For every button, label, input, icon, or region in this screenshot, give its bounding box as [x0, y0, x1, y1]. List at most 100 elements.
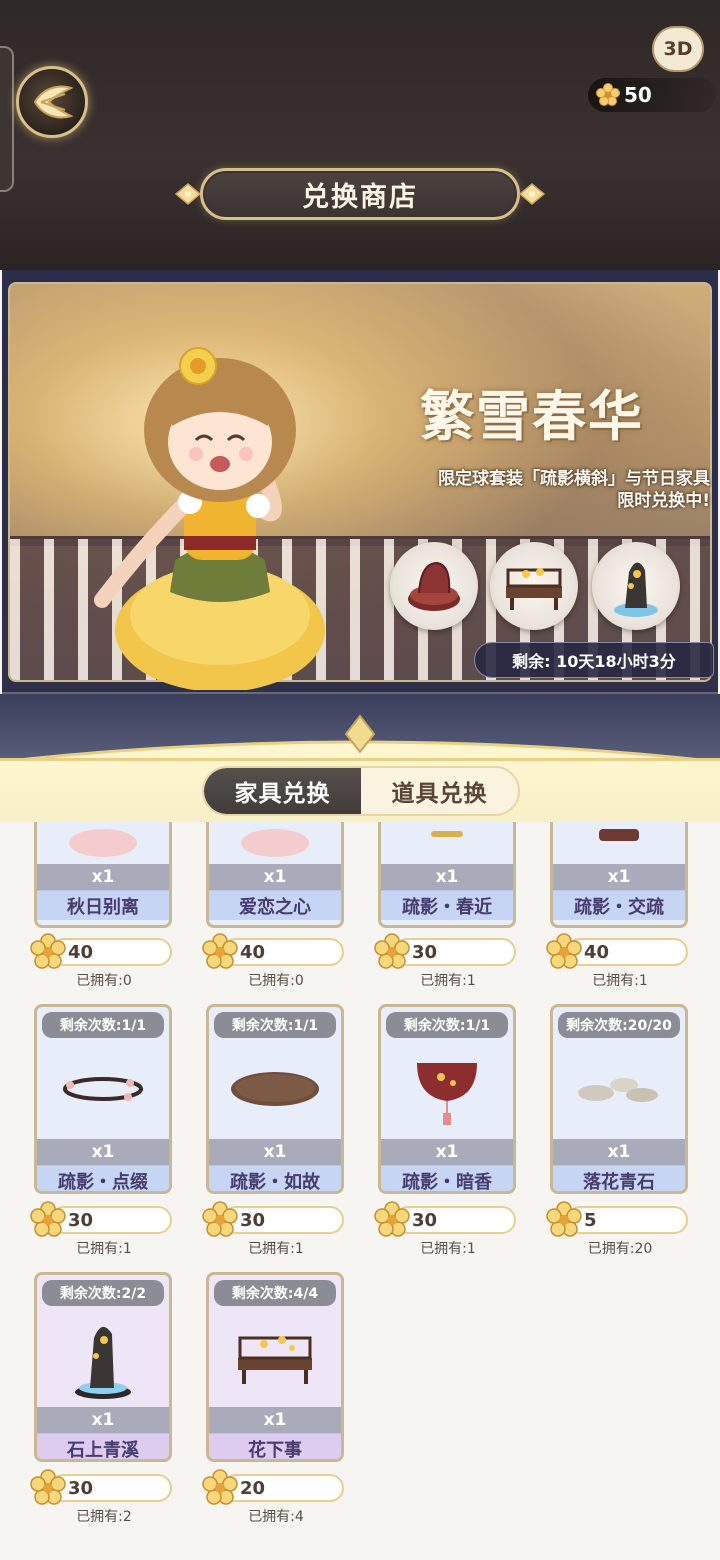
banner-subtitle-line2: 限时兑换中!: [617, 491, 710, 511]
item-art: [37, 1041, 169, 1137]
currency-display: 50: [588, 78, 716, 112]
item-owned-count: 已拥有:0: [76, 973, 132, 989]
flower-currency-icon: [30, 1201, 66, 1237]
side-panel-handle[interactable]: [0, 46, 14, 192]
price-value: 30: [50, 1206, 172, 1234]
banner-subtitle: 限定球套装「疏影横斜」与节日家具 限时兑换中!: [354, 468, 710, 512]
item-quantity: x1: [209, 1407, 341, 1433]
price-value: 30: [222, 1206, 344, 1234]
tab-furniture-exchange[interactable]: 家具兑换: [204, 768, 361, 814]
bench-icon: [238, 1336, 312, 1384]
item-quantity: x1: [381, 1139, 513, 1165]
tab-bar: 家具兑换 道具兑换: [202, 766, 520, 816]
featured-item-rock-fountain[interactable]: [592, 542, 680, 630]
item-name: 疏影・暗香: [381, 1165, 513, 1191]
item-card[interactable]: x1 秋日别离: [34, 822, 172, 928]
item-price: 30: [30, 1468, 174, 1508]
ring-ornament-icon: [63, 1077, 143, 1101]
item-price: 30: [202, 1200, 346, 1240]
ornament-icon: [174, 183, 202, 205]
item-name: 秋日别离: [37, 890, 169, 920]
item-card[interactable]: 剩余次数:1/1 x1 疏影・点缀: [34, 1004, 172, 1194]
item-card[interactable]: 剩余次数:4/4 x1 花下事: [206, 1272, 344, 1462]
item-owned-count: 已拥有:1: [420, 1241, 476, 1257]
remaining-count-badge: 剩余次数:20/20: [558, 1012, 680, 1038]
item-name: 爱恋之心: [209, 890, 341, 920]
item-quantity: x1: [553, 864, 685, 890]
price-value: 20: [222, 1474, 344, 1502]
item-owned-count: 已拥有:1: [76, 1241, 132, 1257]
character-illustration: [94, 347, 325, 690]
flower-currency-icon: [202, 933, 238, 969]
item-quantity: x1: [209, 864, 341, 890]
item-owned-count: 已拥有:4: [248, 1509, 304, 1525]
price-value: 40: [50, 938, 172, 966]
item-name: 疏影・春近: [381, 890, 513, 920]
item-card[interactable]: x1 疏影・交疏: [550, 822, 688, 928]
item-price: 30: [374, 932, 518, 972]
back-button[interactable]: [16, 66, 88, 138]
item-owned-count: 已拥有:1: [420, 973, 476, 989]
item-card[interactable]: x1 疏影・春近: [378, 822, 516, 928]
chair-icon: [408, 561, 460, 611]
item-name: 疏影・点缀: [37, 1165, 169, 1191]
price-value: 40: [222, 938, 344, 966]
rock-fountain-icon: [75, 1326, 131, 1399]
price-value: 30: [394, 938, 516, 966]
remaining-count-badge: 剩余次数:4/4: [214, 1280, 336, 1306]
bench-icon: [506, 568, 562, 610]
item-name: 石上青溪: [37, 1433, 169, 1459]
item-owned-count: 已拥有:1: [592, 973, 648, 989]
item-price: 40: [546, 932, 690, 972]
item-quantity: x1: [37, 1139, 169, 1165]
banner-subtitle-line1: 限定球套装「疏影横斜」与节日家具: [438, 469, 710, 489]
item-owned-count: 已拥有:20: [587, 1241, 653, 1257]
view-3d-button[interactable]: 3D: [652, 26, 704, 72]
price-value: 30: [50, 1474, 172, 1502]
item-art: [209, 1309, 341, 1405]
flower-currency-icon: [546, 1201, 582, 1237]
flower-currency-icon: [202, 1201, 238, 1237]
currency-value: 50: [624, 83, 652, 107]
item-art: [381, 1041, 513, 1137]
item-price: 40: [202, 932, 346, 972]
item-card[interactable]: 剩余次数:20/20 x1 落花青石: [550, 1004, 688, 1194]
page-title: 兑换商店: [200, 168, 520, 220]
remaining-count-badge: 剩余次数:1/1: [214, 1012, 336, 1038]
item-owned-count: 已拥有:2: [76, 1509, 132, 1525]
flower-currency-icon: [374, 1201, 410, 1237]
item-name: 疏影・交疏: [553, 890, 685, 920]
tab-item-exchange[interactable]: 道具兑换: [361, 768, 518, 814]
item-price: 5: [546, 1200, 690, 1240]
flower-currency-icon: [596, 83, 620, 106]
item-art: [37, 1309, 169, 1405]
flower-currency-icon: [30, 933, 66, 969]
item-quantity: x1: [553, 1139, 685, 1165]
heart-icon: [69, 829, 137, 857]
item-art: [209, 1041, 341, 1137]
flower-currency-icon: [202, 1469, 238, 1505]
shop-item-grid[interactable]: x1 秋日别离 40 已拥有:0 x1 爱恋之心 40 已拥有:0 x1 疏影・…: [0, 822, 720, 1560]
item-card[interactable]: x1 爱恋之心: [206, 822, 344, 928]
item-card[interactable]: 剩余次数:1/1 x1 疏影・如故: [206, 1004, 344, 1194]
item-card[interactable]: 剩余次数:2/2 x1 石上青溪: [34, 1272, 172, 1462]
wooden-rug-icon: [231, 1072, 319, 1106]
item-name: 花下事: [209, 1433, 341, 1459]
featured-item-bench[interactable]: [490, 542, 578, 630]
item-owned-count: 已拥有:1: [248, 1241, 304, 1257]
flower-currency-icon: [546, 933, 582, 969]
item-art: [553, 1041, 685, 1137]
heart-icon: [241, 829, 309, 857]
flower-currency-icon: [374, 933, 410, 969]
item-price: 20: [202, 1468, 346, 1508]
flower-currency-icon: [30, 1469, 66, 1505]
featured-item-chair[interactable]: [390, 542, 478, 630]
banner-title: 繁雪春华: [420, 384, 644, 448]
wooden-structure-icon: [599, 829, 639, 841]
item-quantity: x1: [37, 1407, 169, 1433]
item-price: 40: [30, 932, 174, 972]
item-quantity: x1: [381, 864, 513, 890]
stepping-stones-icon: [578, 1078, 658, 1102]
remaining-count-badge: 剩余次数:1/1: [42, 1012, 164, 1038]
item-card[interactable]: 剩余次数:1/1 x1 疏影・暗香: [378, 1004, 516, 1194]
